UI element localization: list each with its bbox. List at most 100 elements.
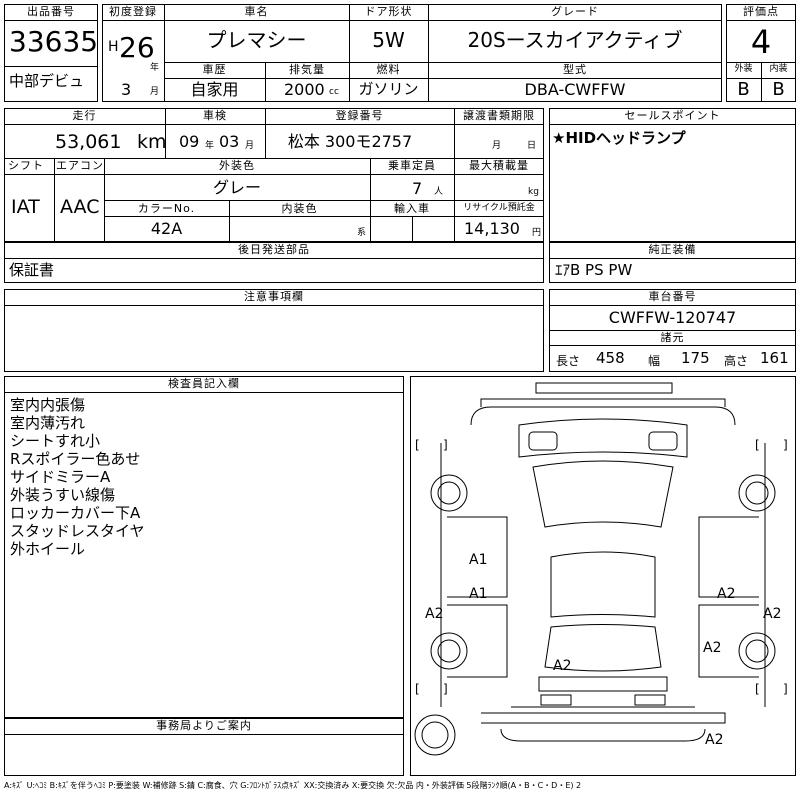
- car-diagram-svg: [] [] [] []: [414, 382, 788, 756]
- inspector-note: 室内内張傷: [10, 396, 86, 414]
- shift-label: シフト: [8, 159, 44, 172]
- wheel-rear-left: [430, 632, 468, 670]
- max-load-label: 最大積載量: [469, 159, 529, 172]
- svg-text:]: ]: [783, 682, 788, 696]
- sales-point-label: セールスポイント: [624, 109, 721, 122]
- svg-text:]: ]: [443, 682, 448, 696]
- chassis-label: 車台番号: [648, 290, 697, 303]
- inspector-notes: 室内内張傷 室内薄汚れ シートすれ小 Rスポイラー色あせ サイドミラーA 外装うすい線傷ロ…: [10, 396, 145, 558]
- front-bumper: [480, 398, 726, 407]
- inspector-note: サイドミラーA: [10, 468, 111, 486]
- ac: AAC: [60, 196, 100, 218]
- transfer-month: 月: [492, 141, 502, 151]
- svg-text:[: [: [755, 682, 760, 696]
- right-front-door: [698, 516, 759, 598]
- import-label: 輸入車: [394, 202, 430, 215]
- hood-front-edge: [470, 406, 736, 426]
- damage-mark: A2: [703, 640, 722, 656]
- inspector-label: 検査員記入欄: [168, 377, 240, 390]
- tail-lamp-right: [634, 694, 666, 706]
- headlamp-right: [648, 431, 678, 451]
- inspector-note: 室内薄汚れ: [10, 414, 86, 432]
- model: DBA-CWFFW: [524, 80, 626, 99]
- reg-month: 3: [121, 80, 132, 99]
- damage-mark: A2: [763, 606, 782, 622]
- exterior-label: 外装: [734, 64, 753, 74]
- lot-number-label: 出品番号: [27, 5, 75, 18]
- plate: 松本 300モ2757: [287, 132, 413, 151]
- wheel-front-right: [738, 474, 776, 512]
- sales-point: ★HIDヘッドランプ: [552, 129, 686, 147]
- color-no-label: カラーNo.: [137, 202, 196, 215]
- legend: A:ｷｽﾞ U:ﾍｺﾐ B:ｷｽﾞを伴うﾍｺﾐ P:要塗装 W:補修跡 S:錆 …: [4, 781, 582, 790]
- windshield: [532, 460, 674, 528]
- width-label: 幅: [648, 354, 661, 368]
- score-label: 評価点: [743, 5, 779, 18]
- inspector-note: Rスポイラー色あせ: [10, 450, 141, 468]
- parts-value: 保証書: [9, 261, 55, 279]
- reg-year: 26: [119, 31, 155, 64]
- color-no: 42A: [150, 219, 183, 238]
- left-rear-door: [447, 604, 508, 678]
- wheel-front-left: [430, 474, 468, 512]
- grade-label: グレード: [551, 5, 599, 18]
- damage-mark: A1: [469, 552, 488, 568]
- history-label: 車歴: [202, 63, 227, 76]
- width: 175: [681, 349, 710, 367]
- chassis-number: CWFFW-120747: [608, 308, 737, 327]
- damage-mark: A2: [705, 732, 724, 748]
- length: 458: [596, 349, 625, 367]
- ext-color: グレー: [212, 178, 261, 197]
- inspector-note: 外装うすい線傷: [10, 486, 116, 504]
- transfer-day: 日: [527, 141, 537, 151]
- svg-text:[: [: [755, 438, 760, 452]
- damage-mark: A2: [717, 586, 736, 602]
- details-grid: [4, 108, 544, 242]
- front-bumper-strip: [535, 382, 673, 394]
- year-unit: 年: [150, 63, 160, 73]
- insp-year: 09: [179, 132, 200, 151]
- mileage-label: 走行: [72, 109, 97, 122]
- fuel: ガソリン: [358, 80, 419, 98]
- headlamp-left: [528, 431, 558, 451]
- specs-label: 諸元: [660, 331, 685, 344]
- svg-text:]: ]: [443, 438, 448, 452]
- lot-number: 33635: [9, 25, 99, 58]
- interior-label: 内装: [769, 64, 788, 74]
- equipment-value: ｴｱB PS PW: [555, 261, 633, 279]
- recycle: 14,130: [464, 219, 520, 238]
- displacement-unit: cc: [329, 87, 339, 97]
- insp-month-unit: 月: [245, 141, 255, 151]
- inspector-note: ロッカーカバー下A: [10, 504, 141, 522]
- damage-diagram: [] [] [] [] A1 A1 A2 A2 A2 A2 A2 A2: [410, 376, 796, 776]
- max-load-unit: kg: [528, 187, 539, 197]
- insp-year-unit: 年: [205, 141, 215, 151]
- capacity-label: 乗車定員: [388, 159, 436, 172]
- office-label: 事務局よりご案内: [156, 719, 252, 732]
- transfer-label: 譲渡書類期限: [463, 109, 535, 122]
- doors: 5W: [372, 28, 405, 52]
- venue: 中部デビュ: [9, 72, 85, 90]
- inspector-note: 外ホイール: [10, 540, 86, 558]
- parts-label: 後日発送部品: [238, 243, 310, 256]
- tail-lamp-left: [540, 694, 572, 706]
- rear-underbody: [500, 728, 706, 742]
- int-color-unit: 系: [357, 228, 367, 238]
- first-reg-label: 初度登録: [109, 5, 157, 18]
- svg-text:[: [: [415, 438, 420, 452]
- inspector-note: スタッドレスタイヤ: [10, 522, 145, 540]
- interior-grade: B: [772, 79, 785, 100]
- damage-mark: A2: [553, 658, 572, 674]
- displacement-label: 排気量: [289, 63, 325, 76]
- ext-color-label: 外装色: [219, 159, 255, 172]
- shift: IAT: [11, 196, 40, 218]
- insp-month: 03: [219, 132, 240, 151]
- spare-tire: [414, 714, 456, 756]
- hood: [518, 418, 688, 458]
- score: 4: [750, 23, 772, 61]
- plate-label: 登録番号: [335, 109, 384, 122]
- tailgate-strip: [538, 676, 668, 692]
- exterior-grade: B: [737, 79, 750, 100]
- height: 161: [760, 349, 789, 367]
- wheel-rear-right: [738, 632, 776, 670]
